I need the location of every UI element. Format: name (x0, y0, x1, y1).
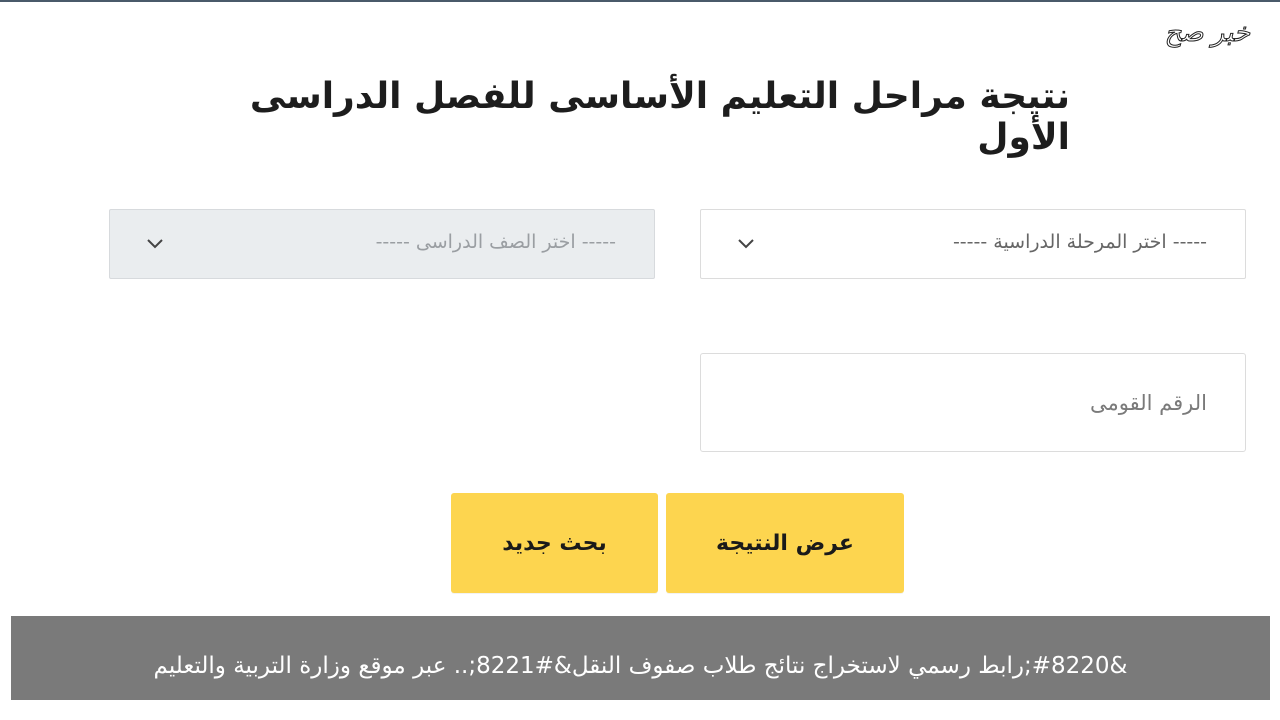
national-id-field[interactable] (701, 354, 1245, 451)
stage-select-value: ----- اختر المرحلة الدراسية ----- (952, 231, 1207, 253)
chevron-down-icon (738, 239, 754, 249)
show-result-button[interactable]: عرض النتيجة (666, 493, 904, 593)
national-id-field-wrapper (700, 353, 1246, 452)
grade-select-value: ----- اختر الصف الدراسى ----- (375, 231, 616, 253)
page: خبر صح نتيجة مراحل التعليم الأساسى للفصل… (0, 0, 1280, 720)
page-title: نتيجة مراحل التعليم الأساسى للفصل الدراس… (249, 76, 1070, 158)
grade-select[interactable]: ----- اختر الصف الدراسى ----- (109, 209, 655, 279)
chevron-down-icon (147, 239, 163, 249)
top-divider (0, 0, 1280, 2)
article-caption: &#8220;رابط رسمي لاستخراج نتائج طلاب صفو… (11, 616, 1270, 700)
new-search-button[interactable]: بحث جديد (451, 493, 658, 593)
site-watermark: خبر صح (1164, 18, 1250, 49)
stage-select[interactable]: ----- اختر المرحلة الدراسية ----- (700, 209, 1246, 279)
